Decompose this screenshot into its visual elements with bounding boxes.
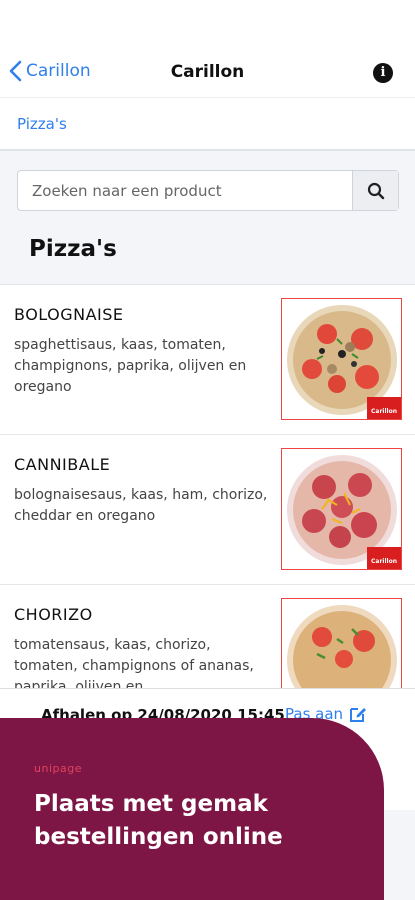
promo-text: Plaats met gemak bestellingen online <box>34 791 283 850</box>
product-item[interactable]: CANNIBALE bolognaisesaus, kaas, ham, cho… <box>0 435 415 585</box>
product-description: bolognaisesaus, kaas, ham, chorizo, ched… <box>14 487 268 524</box>
unipage-logo: unipage <box>34 762 82 775</box>
product-image[interactable]: Carillon <box>281 448 402 570</box>
navigation-bar: Carillon Carillon i <box>0 0 415 98</box>
brand-tag: Carillon <box>367 547 401 569</box>
product-name: CHORIZO <box>14 605 93 624</box>
section-title: Pizza's <box>29 236 117 262</box>
search-icon <box>367 182 384 199</box>
search-button[interactable] <box>352 171 398 210</box>
info-icon[interactable]: i <box>373 63 393 83</box>
product-name: BOLOGNAISE <box>14 305 124 324</box>
product-image[interactable]: Carillon <box>281 298 402 420</box>
search-area: Pizza's <box>0 151 415 285</box>
product-description: spaghettisaus, kaas, tomaten, champignon… <box>14 337 247 395</box>
edit-icon <box>350 708 367 722</box>
product-item[interactable]: BOLOGNAISE spaghettisaus, kaas, tomaten,… <box>0 285 415 435</box>
promo-banner: unipage Plaats met gemak bestellingen on… <box>0 718 384 900</box>
brand-tag: Carillon <box>367 397 401 419</box>
product-name: CANNIBALE <box>14 455 111 474</box>
promo-side-area <box>384 810 415 900</box>
search-box <box>17 170 399 211</box>
breadcrumb-pizzas[interactable]: Pizza's <box>17 115 67 133</box>
search-input[interactable] <box>18 171 352 210</box>
page-title: Carillon <box>170 62 245 82</box>
breadcrumb-bar: Pizza's <box>0 98 415 151</box>
